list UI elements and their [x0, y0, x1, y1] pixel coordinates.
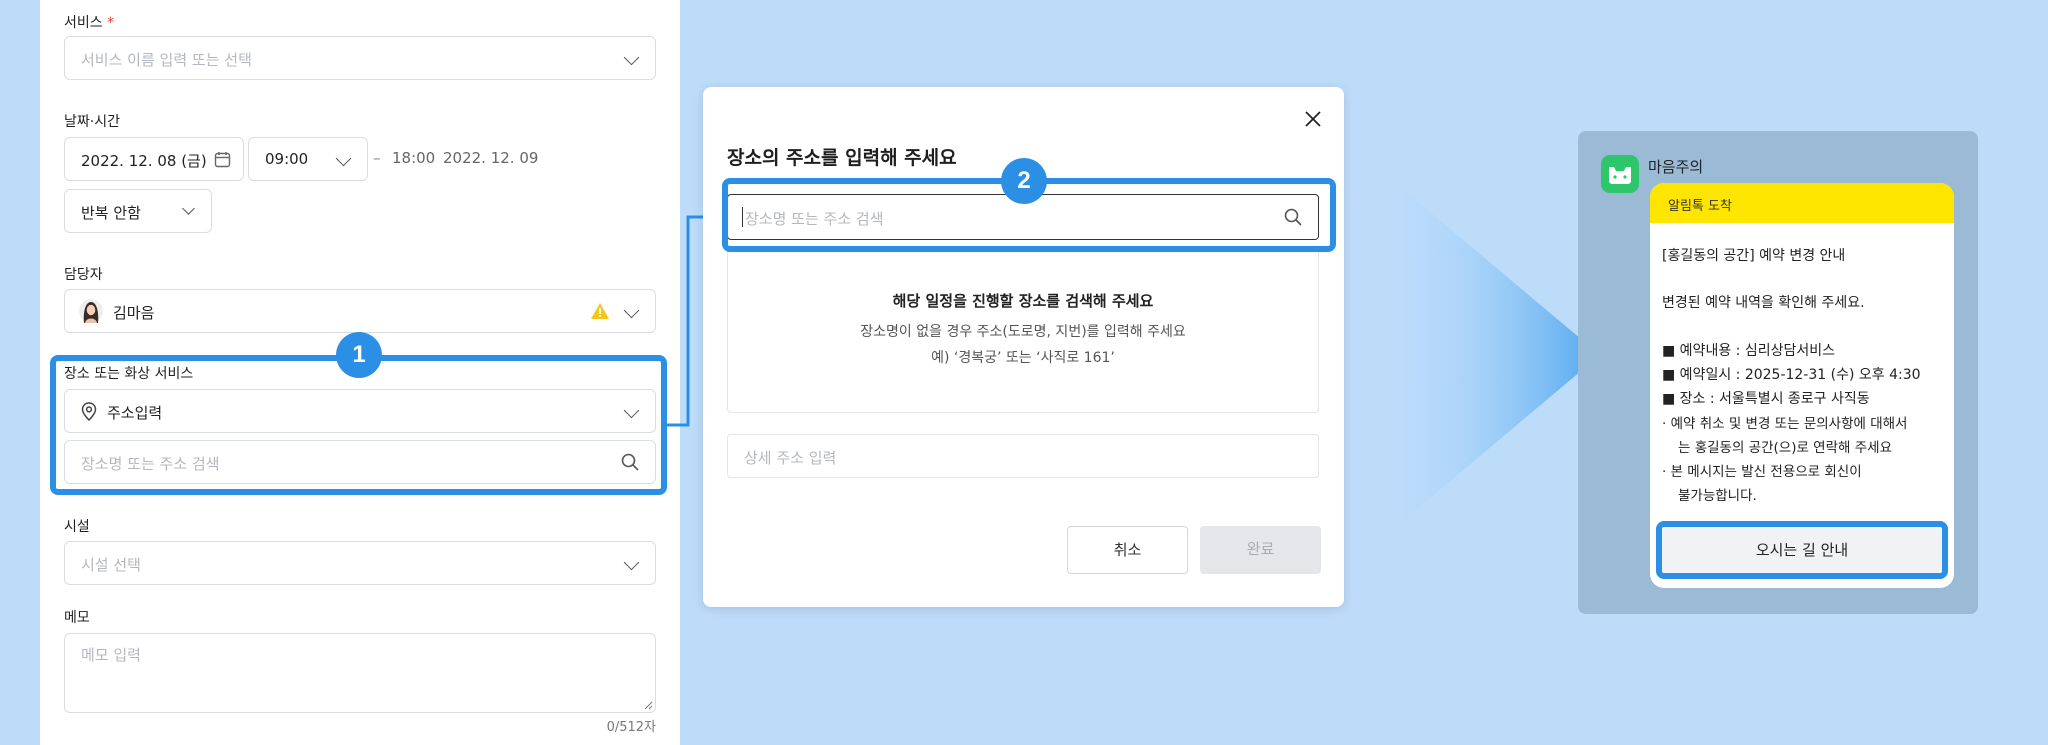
chevron-down-icon: [623, 554, 640, 571]
message-item: ■ 장소 : 서울특별시 종로구 사직동: [1662, 391, 1870, 407]
message-note: · 예약 취소 및 변경 또는 문의사항에 대해서: [1662, 416, 1908, 432]
message-item: ■ 예약내용 : 심리상담서비스: [1662, 343, 1835, 359]
start-date-value: 2022. 12. 08 (금): [81, 152, 207, 170]
facility-select[interactable]: 시설 선택: [64, 541, 656, 585]
end-time-value: 18:00: [392, 149, 436, 167]
chevron-down-icon: [182, 202, 195, 215]
detail-address-placeholder: 상세 주소 입력: [744, 449, 837, 467]
empty-state-title: 해당 일정을 진행할 장소를 검색해 주세요: [892, 292, 1154, 310]
memo-counter: 0/512자: [606, 720, 656, 735]
facility-placeholder: 시설 선택: [81, 556, 141, 574]
memo-label: 메모: [64, 610, 90, 626]
message-intro: 변경된 예약 내역을 확인해 주세요.: [1662, 295, 1865, 311]
detail-address-input[interactable]: 상세 주소 입력: [727, 434, 1319, 478]
message-title: [홍길동의 공간] 예약 변경 안내: [1662, 248, 1846, 264]
avatar: [79, 299, 103, 323]
step-1-badge: 1: [336, 332, 382, 378]
message-note: 는 홍길동의 공간(으)로 연락해 주세요: [1678, 440, 1892, 456]
close-icon[interactable]: [1305, 111, 1321, 127]
app-logo-icon: [1601, 155, 1639, 193]
end-date-value: 2022. 12. 09: [443, 149, 539, 167]
empty-state-description: 장소명이 없을 경우 주소(도로명, 지번)를 입력해 주세요: [860, 324, 1186, 340]
alimtalk-header: 알림톡 도착: [1650, 183, 1954, 223]
search-empty-state: 해당 일정을 진행할 장소를 검색해 주세요 장소명이 없을 경우 주소(도로명…: [727, 247, 1319, 413]
repeat-select[interactable]: 반복 안함: [64, 189, 212, 233]
staff-label: 담당자: [64, 267, 103, 283]
staff-name: 김마음: [113, 304, 155, 322]
confirm-button[interactable]: 완료: [1200, 526, 1321, 574]
warning-icon: [591, 303, 609, 319]
staff-select[interactable]: 김마음: [64, 289, 656, 333]
message-note: 불가능합니다.: [1678, 488, 1757, 504]
message-note: · 본 메시지는 발신 전용으로 회신이: [1662, 464, 1862, 480]
sender-name: 마음주의: [1648, 158, 1704, 176]
memo-placeholder: 메모 입력: [81, 646, 141, 664]
facility-label: 시설: [64, 519, 90, 535]
step-2-badge: 2: [1001, 158, 1047, 204]
time-separator: –: [373, 149, 381, 167]
chevron-down-icon: [623, 49, 640, 66]
resize-handle-icon[interactable]: [644, 701, 653, 710]
directions-highlight: [1656, 521, 1948, 579]
start-time-value: 09:00: [265, 150, 309, 168]
start-date-field[interactable]: 2022. 12. 08 (금): [64, 137, 244, 181]
cancel-button[interactable]: 취소: [1067, 526, 1188, 574]
modal-title: 장소의 주소를 입력해 주세요: [727, 147, 957, 169]
start-time-select[interactable]: 09:00: [248, 137, 368, 181]
datetime-label: 날짜·시간: [64, 114, 120, 130]
memo-textarea[interactable]: 메모 입력: [64, 633, 656, 713]
service-placeholder: 서비스 이름 입력 또는 선택: [81, 51, 252, 69]
empty-state-example: 예) ‘경복궁’ 또는 ‘사직로 161’: [931, 350, 1115, 366]
repeat-value: 반복 안함: [81, 204, 141, 222]
service-select[interactable]: 서비스 이름 입력 또는 선택: [64, 36, 656, 80]
calendar-icon: [214, 152, 231, 168]
message-item: ■ 예약일시 : 2025-12-31 (수) 오후 4:30: [1662, 367, 1921, 383]
service-label: 서비스 *: [64, 15, 115, 31]
chevron-down-icon: [623, 302, 640, 319]
chevron-down-icon: [335, 150, 352, 167]
